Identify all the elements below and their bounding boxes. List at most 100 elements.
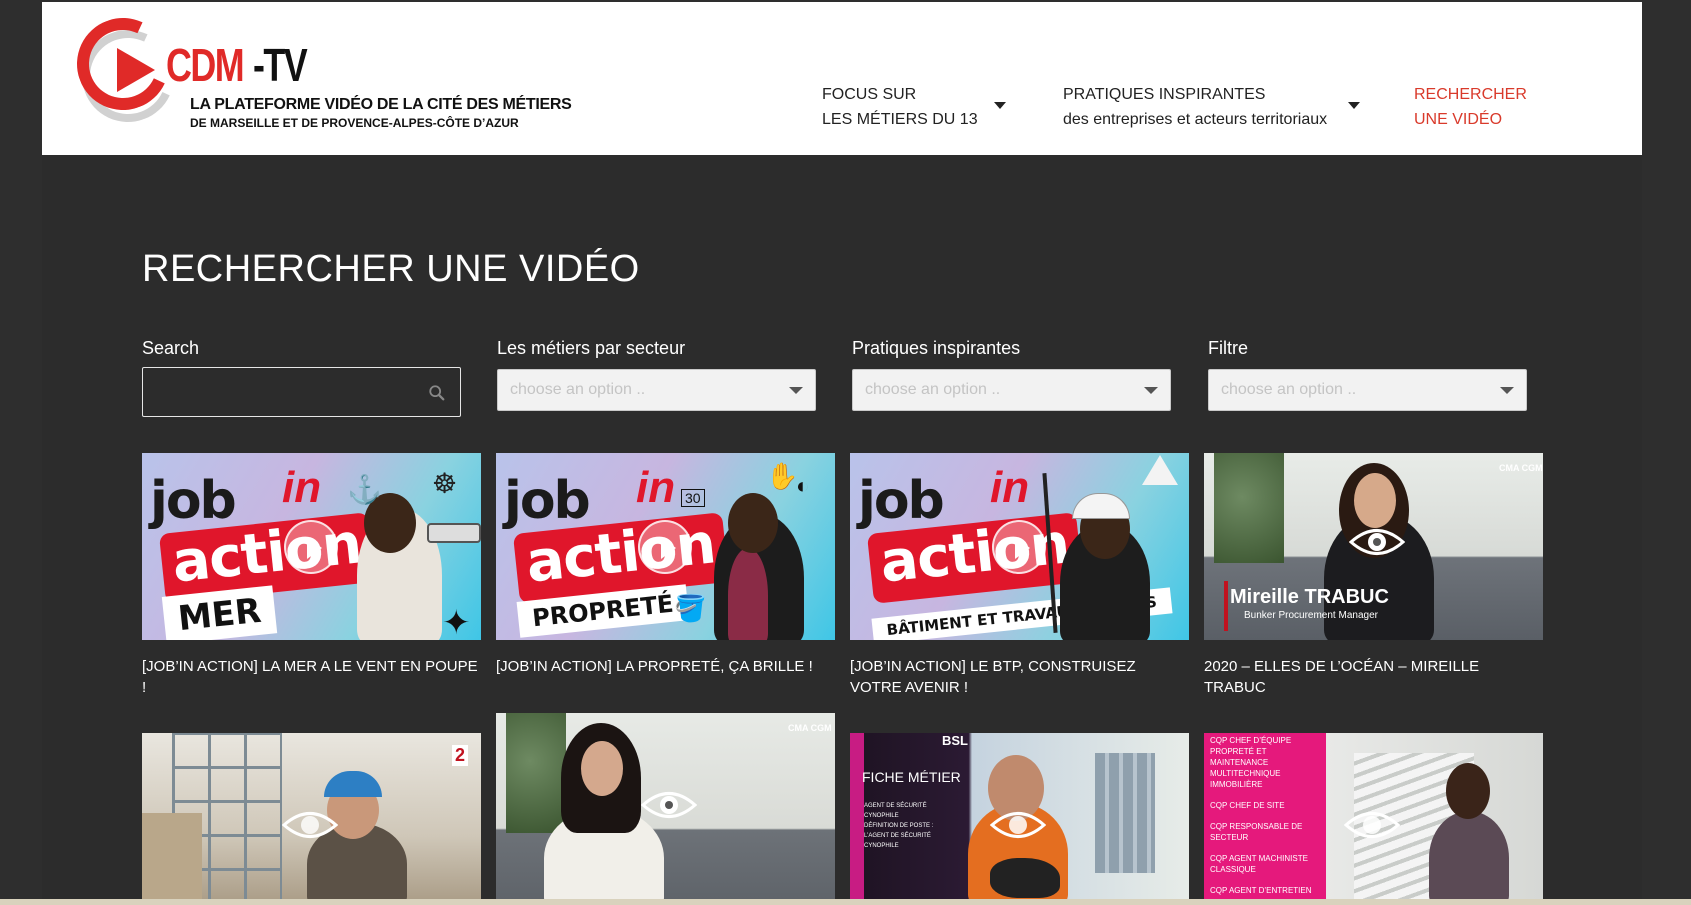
thumb-brand-text: job: [504, 471, 591, 531]
eye-icon[interactable]: [282, 808, 338, 842]
video-thumbnail[interactable]: 2: [142, 733, 481, 905]
video-card[interactable]: 2: [142, 733, 481, 905]
video-title[interactable]: [JOB’IN ACTION] LA MER A LE VENT EN POUP…: [142, 656, 481, 698]
video-card[interactable]: CMA CGM Mireille TRABUC Bunker Procureme…: [1204, 453, 1543, 698]
filtre-label: Filtre: [1208, 338, 1248, 358]
wash-temp-icon: 30: [681, 489, 705, 507]
search-icon[interactable]: [428, 384, 446, 402]
search-field[interactable]: [142, 367, 461, 417]
nav-pratiques-line2: des entreprises et acteurs territoriaux: [1063, 111, 1328, 128]
secteur-select[interactable]: choose an option ..: [497, 369, 816, 411]
video-thumbnail[interactable]: job in action PROPRETÉ ✋ ◐ 30 🪣: [496, 453, 835, 640]
site-logo[interactable]: CDM -TV LA PLATEFORME VIDÉO DE LA CITÉ D…: [64, 5, 632, 136]
logo-play-icon: [117, 48, 155, 92]
play-icon[interactable]: [284, 520, 338, 574]
chevron-down-icon: [1500, 387, 1514, 394]
play-icon[interactable]: [992, 520, 1046, 574]
secteur-label: Les métiers par secteur: [497, 338, 686, 358]
bucket-icon: 🪣: [674, 593, 707, 623]
thumb-line: CQP RESPONSABLE DE SECTEUR: [1210, 822, 1303, 842]
pratiques-select-placeholder: choose an option ..: [865, 381, 1001, 398]
thumb-text: CQP CHEF D’ÉQUIPE PROPRETÉ ET MAINTENANC…: [1210, 735, 1322, 896]
thumb-brand-in: in: [990, 463, 1030, 512]
person-hair: [728, 493, 778, 553]
video-thumbnail[interactable]: CMA CGM Mireille TRABUC Bunker Procureme…: [1204, 453, 1543, 640]
thumb-brand-in: in: [282, 463, 322, 512]
thumb-brand-text: job: [150, 471, 237, 531]
nav-focus-line1: FOCUS SUR: [822, 86, 917, 103]
caret-down-icon: [1348, 102, 1360, 109]
thumb-text: AGENT DE SÉCURITÉ CYNOPHILE DÉFINITION D…: [864, 801, 959, 851]
eye-icon[interactable]: [1344, 808, 1400, 842]
filtre-select-placeholder: choose an option ..: [1221, 381, 1357, 398]
thumb-line: DÉFINITION DE POSTE :: [864, 823, 934, 829]
site-header: CDM -TV LA PLATEFORME VIDÉO DE LA CITÉ D…: [42, 2, 1642, 155]
filtre-select[interactable]: choose an option ..: [1208, 369, 1527, 411]
video-thumbnail[interactable]: job in action MER ✦ ⚓ ☸: [142, 453, 481, 640]
thumb-logo: 2: [452, 745, 469, 766]
eye-icon[interactable]: [1349, 525, 1405, 559]
nav-rechercher-video[interactable]: RECHERCHER UNE VIDÉO: [1414, 82, 1527, 132]
video-card[interactable]: job in action BÂTIMENT ET TRAVAUX PUBLIC…: [850, 453, 1189, 698]
building-shape: [1095, 753, 1155, 873]
play-icon[interactable]: [638, 520, 692, 574]
chevron-down-icon: [1144, 387, 1158, 394]
video-thumbnail[interactable]: job in action BÂTIMENT ET TRAVAUX PUBLIC…: [850, 453, 1189, 640]
thumb-logo: CMA CGM: [1499, 463, 1543, 473]
plant-shape: [1214, 453, 1284, 563]
person-face: [581, 741, 623, 796]
video-title[interactable]: [JOB’IN ACTION] LE BTP, CONSTRUISEZ VOTR…: [850, 656, 1189, 698]
bottom-strip: [0, 899, 1691, 905]
logo-tagline: LA PLATEFORME VIDÉO DE LA CITÉ DES MÉTIE…: [190, 96, 572, 113]
eye-icon[interactable]: [990, 808, 1046, 842]
video-card[interactable]: CQP CHEF D’ÉQUIPE PROPRETÉ ET MAINTENANC…: [1204, 733, 1543, 905]
person-figure: [1429, 811, 1509, 905]
thumb-line: CQP AGENT D’ENTRETIEN: [1210, 886, 1312, 895]
logo-name: CDM: [166, 39, 245, 91]
eye-icon[interactable]: [641, 788, 697, 822]
thumb-line: CQP AGENT MACHINISTE CLASSIQUE: [1210, 854, 1308, 874]
pratiques-label: Pratiques inspirantes: [852, 338, 1021, 358]
thumb-brand-in: in: [636, 463, 676, 512]
thumb-line: CQP CHEF D’ÉQUIPE PROPRETÉ ET MAINTENANC…: [1210, 736, 1292, 789]
thumb-brand-text: job: [858, 471, 945, 531]
video-thumbnail[interactable]: BSL FICHE MÉTIER AGENT DE SÉCURITÉ CYNOP…: [850, 733, 1189, 905]
plant-shape: [506, 713, 566, 833]
video-card[interactable]: job in action MER ✦ ⚓ ☸ [JOB’IN ACTION] …: [142, 453, 481, 698]
person-face: [1354, 473, 1396, 528]
person-shirt: [728, 548, 768, 640]
secteur-select-placeholder: choose an option ..: [510, 381, 646, 398]
nav-focus-metiers[interactable]: FOCUS SUR LES MÉTIERS DU 13: [822, 82, 1006, 132]
video-title[interactable]: [JOB’IN ACTION] LA PROPRETÉ, ÇA BRILLE !: [496, 656, 835, 677]
telescope-icon: [427, 523, 481, 543]
page: CDM -TV LA PLATEFORME VIDÉO DE LA CITÉ D…: [42, 2, 1642, 905]
cleaning-icon: ◐: [796, 473, 810, 498]
accent-bar: [850, 733, 864, 905]
page-title: RECHERCHER UNE VIDÉO: [142, 248, 640, 290]
thumb-line: CQP CHEF DE SITE: [1210, 801, 1285, 810]
nav-focus-line2: LES MÉTIERS DU 13: [822, 111, 978, 128]
video-thumbnail[interactable]: CMA CGM: [496, 713, 835, 905]
anchor-icon: ⚓: [347, 474, 382, 505]
search-label: Search: [142, 338, 200, 358]
video-card[interactable]: CMA CGM: [496, 713, 835, 905]
thumb-heading: FICHE MÉTIER: [862, 769, 961, 785]
nav-pratiques-line1: PRATIQUES INSPIRANTES: [1063, 86, 1266, 103]
logo-suffix: -TV: [253, 39, 308, 91]
nav-search-line2: UNE VIDÉO: [1414, 111, 1503, 128]
video-title[interactable]: 2020 – ELLES DE L’OCÉAN – MIREILLE TRABU…: [1204, 656, 1543, 698]
warning-sign-icon: [1142, 455, 1178, 485]
video-card[interactable]: job in action PROPRETÉ ✋ ◐ 30 🪣 [JOB’IN …: [496, 453, 835, 677]
thumb-line: L’AGENT DE SÉCURITÉ CYNOPHILE: [864, 833, 931, 849]
search-input[interactable]: [151, 370, 415, 416]
thumb-person-name: Mireille TRABUC: [1230, 586, 1389, 608]
hard-hat-icon: [1072, 493, 1130, 519]
caret-down-icon: [994, 102, 1006, 109]
video-thumbnail[interactable]: CQP CHEF D’ÉQUIPE PROPRETÉ ET MAINTENANC…: [1204, 733, 1543, 905]
hard-hat-icon: [324, 771, 382, 797]
nav-pratiques-inspirantes[interactable]: PRATIQUES INSPIRANTES des entreprises et…: [1063, 82, 1360, 132]
compass-star-icon: ✦: [442, 604, 471, 640]
video-card[interactable]: BSL FICHE MÉTIER AGENT DE SÉCURITÉ CYNOP…: [850, 733, 1189, 905]
pratiques-select[interactable]: choose an option ..: [852, 369, 1171, 411]
stone-wall-shape: [142, 813, 202, 905]
